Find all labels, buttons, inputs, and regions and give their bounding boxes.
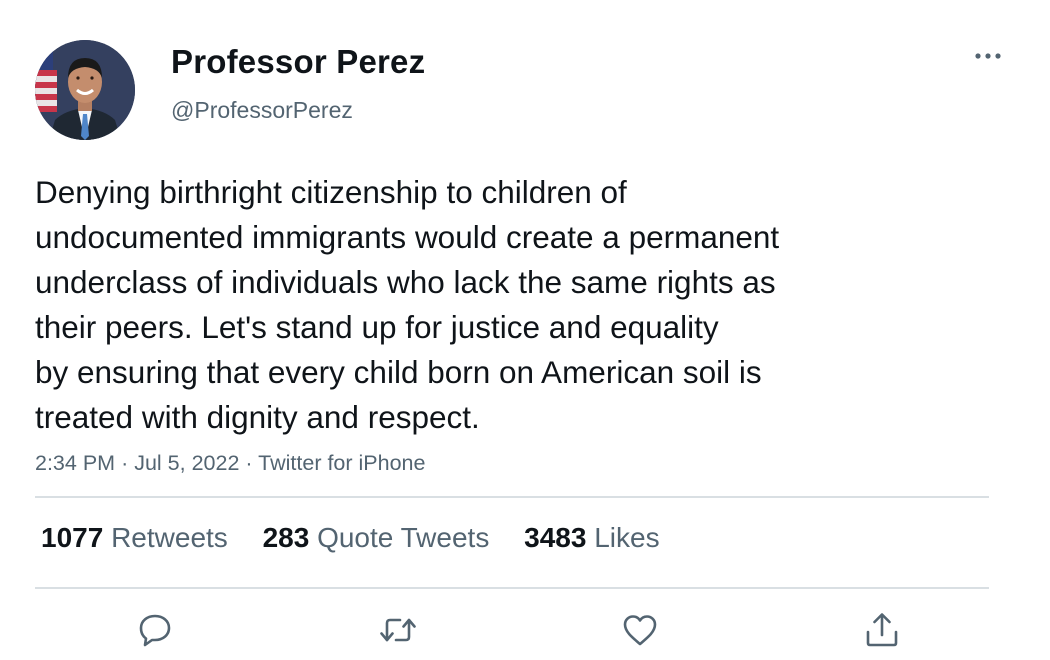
quote-tweets-count: 283 bbox=[262, 522, 310, 553]
tweet-text: Denying birthright citizenship to childr… bbox=[35, 170, 935, 440]
separator: · bbox=[245, 451, 253, 475]
engagement-stats: 1077 Retweets 283 Quote Tweets 3483 Like… bbox=[41, 522, 687, 554]
share-icon bbox=[866, 613, 898, 647]
tweet-text-line: treated with dignity and respect. bbox=[35, 399, 480, 435]
tweet-source[interactable]: Twitter for iPhone bbox=[258, 451, 425, 475]
tweet-text-line: Denying birthright citizenship to childr… bbox=[35, 174, 627, 210]
like-button[interactable] bbox=[620, 610, 660, 650]
reply-button[interactable] bbox=[135, 610, 175, 650]
tweet-text-line: their peers. Let's stand up for justice … bbox=[35, 309, 719, 345]
user-handle[interactable]: @ProfessorPerez bbox=[171, 97, 353, 124]
profile-photo-icon bbox=[35, 40, 135, 140]
share-button[interactable] bbox=[862, 610, 902, 650]
tweet-text-line: by ensuring that every child born on Ame… bbox=[35, 354, 762, 390]
more-options-icon bbox=[975, 53, 1001, 59]
likes-count: 3483 bbox=[524, 522, 587, 553]
quote-tweets-stat[interactable]: 283 Quote Tweets bbox=[263, 522, 490, 554]
tweet-text-line: undocumented immigrants would create a p… bbox=[35, 219, 780, 255]
more-options-button[interactable] bbox=[968, 42, 1008, 70]
divider bbox=[35, 587, 989, 589]
tweet-date[interactable]: Jul 5, 2022 bbox=[134, 451, 239, 475]
retweets-label: Retweets bbox=[111, 522, 228, 553]
retweet-icon bbox=[380, 618, 416, 642]
display-name[interactable]: Professor Perez bbox=[171, 43, 425, 81]
retweets-count: 1077 bbox=[41, 522, 104, 553]
divider bbox=[35, 496, 989, 498]
likes-stat[interactable]: 3483 Likes bbox=[524, 522, 659, 554]
retweet-button[interactable] bbox=[378, 610, 418, 650]
quote-tweets-label: Quote Tweets bbox=[317, 522, 490, 553]
reply-icon bbox=[139, 614, 171, 647]
tweet-text-line: underclass of individuals who lack the s… bbox=[35, 264, 776, 300]
likes-label: Likes bbox=[594, 522, 660, 553]
avatar[interactable] bbox=[35, 40, 135, 140]
like-icon bbox=[623, 615, 657, 646]
tweet-metadata: 2:34 PM · Jul 5, 2022 · Twitter for iPho… bbox=[35, 451, 425, 476]
retweets-stat[interactable]: 1077 Retweets bbox=[41, 522, 228, 554]
separator: · bbox=[121, 451, 129, 475]
tweet-time[interactable]: 2:34 PM bbox=[35, 451, 115, 475]
